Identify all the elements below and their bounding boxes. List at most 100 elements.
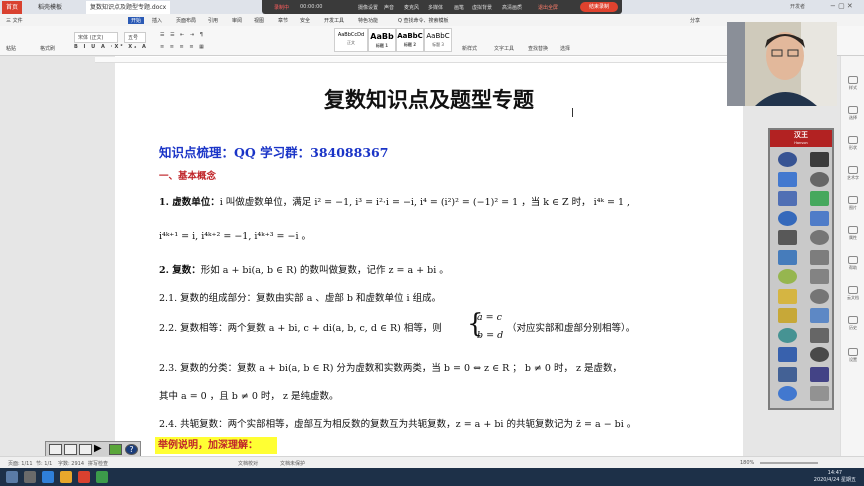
recorder-exit-fullscreen[interactable]: 退出全屏 xyxy=(538,4,558,11)
system-clock[interactable]: 14:47 2020/4/24 星期五 xyxy=(814,470,856,484)
hanvon-map-icon[interactable] xyxy=(778,386,797,401)
menu-share[interactable]: 分享 xyxy=(690,17,700,24)
recorder-icon[interactable] xyxy=(96,471,108,483)
wps-icon[interactable] xyxy=(78,471,90,483)
tab-templates[interactable]: 稻壳模板 xyxy=(34,1,66,14)
menu-file[interactable]: 三 文件 xyxy=(6,17,23,24)
toolbar-square-icon[interactable] xyxy=(49,444,62,455)
style-heading-3[interactable]: AaBbC 标题 3 xyxy=(424,28,452,52)
hanvon-printer-2-icon[interactable] xyxy=(810,288,829,304)
font-size-select[interactable]: 五号 xyxy=(124,32,146,43)
start-icon[interactable] xyxy=(6,471,18,483)
menu-section[interactable]: 章节 xyxy=(278,17,288,24)
menu-devtools[interactable]: 开发工具 xyxy=(324,17,344,24)
menu-insert[interactable]: 插入 xyxy=(152,17,162,24)
menu-security[interactable]: 安全 xyxy=(300,17,310,24)
sidebar-item-shape[interactable]: 形状 xyxy=(845,136,861,151)
browser-icon[interactable] xyxy=(42,471,54,483)
document-page[interactable]: 复数知识点及题型专题 知识点梳理：QQ 学习群：384088367 一、基本概念… xyxy=(115,56,743,456)
folder-icon[interactable] xyxy=(60,471,72,483)
menu-layout[interactable]: 页面布局 xyxy=(176,17,196,24)
find-replace-button[interactable]: 查找替换 xyxy=(528,45,548,52)
hanvon-copy-icon[interactable] xyxy=(810,308,829,323)
hanvon-question-icon[interactable] xyxy=(778,347,797,362)
hanvon-line-icon[interactable] xyxy=(778,230,797,245)
hanvon-paint-icon[interactable] xyxy=(778,171,797,187)
status-spell-check[interactable]: 拼写检查 xyxy=(88,460,108,467)
format-painter-button[interactable]: 格式刷 xyxy=(40,45,55,52)
user-name[interactable]: 开发者 xyxy=(790,3,805,10)
sidebar-item-settings[interactable]: 设置 xyxy=(845,348,861,363)
hanvon-chart-icon[interactable] xyxy=(778,327,797,343)
menu-start[interactable]: 开始 xyxy=(128,17,145,24)
hanvon-shape-icon[interactable] xyxy=(778,269,797,284)
zoom-slider[interactable] xyxy=(760,462,818,464)
hanvon-wrench-icon[interactable] xyxy=(778,366,797,382)
new-style-button[interactable]: 新样式 xyxy=(462,45,477,52)
hanvon-tablet-icon[interactable] xyxy=(810,249,829,265)
end-recording-button[interactable]: 结束录制 xyxy=(580,2,618,12)
toolbar-window-icon[interactable] xyxy=(79,444,92,455)
hanvon-eraser-icon[interactable] xyxy=(778,191,797,206)
hanvon-zoom-icon[interactable] xyxy=(810,191,829,206)
paragraph-buttons[interactable]: ☰ ☰ ⇤ ⇥ ¶ xyxy=(160,32,205,38)
toolbar-screen-icon[interactable] xyxy=(64,444,77,455)
hanvon-print-icon[interactable] xyxy=(810,269,829,284)
help-icon[interactable]: ? xyxy=(125,444,138,455)
hanvon-cursor-2-icon[interactable] xyxy=(810,347,829,362)
text-tools-button[interactable]: 文字工具 xyxy=(494,45,514,52)
format-buttons[interactable]: B I U A ·X² X₂ A xyxy=(74,44,148,50)
hanvon-pen-icon[interactable] xyxy=(778,152,797,167)
sidebar-item-wordart[interactable]: 艺术字 xyxy=(845,166,861,181)
menu-reference[interactable]: 引用 xyxy=(208,17,218,24)
toolbar-tools-icon[interactable] xyxy=(109,444,122,455)
hanvon-hand-icon[interactable] xyxy=(810,171,829,187)
tab-home[interactable]: 首页 xyxy=(2,1,23,14)
recorder-virtual-bg[interactable]: 虚拟背景 xyxy=(472,4,492,11)
menu-search[interactable]: Q 查找命令、搜索模板 xyxy=(398,17,449,24)
sidebar-item-picture[interactable]: 图片 xyxy=(845,196,861,211)
hanvon-screen-2-icon[interactable] xyxy=(810,230,829,245)
hanvon-cube-icon[interactable] xyxy=(778,288,797,304)
status-protection[interactable]: 文档未保护 xyxy=(280,460,305,467)
hanvon-disc-icon[interactable] xyxy=(810,386,829,401)
sidebar-item-help[interactable]: 帮助 xyxy=(845,256,861,271)
sidebar-item-history[interactable]: 历史 xyxy=(845,316,861,331)
sidebar-item-style[interactable]: 样式 xyxy=(845,76,861,91)
font-family-select[interactable]: 宋体 (正文) xyxy=(74,32,118,43)
window-controls[interactable]: − ▢ ✕ xyxy=(830,2,853,10)
hanvon-marker-icon[interactable] xyxy=(778,210,797,226)
paste-button[interactable]: 粘贴 xyxy=(6,45,16,52)
hanvon-tool-palette[interactable]: 汉王 Hanvon xyxy=(768,128,834,410)
align-buttons[interactable]: ≡ ≡ ≡ ≡ ▦ xyxy=(160,44,206,50)
status-word-count[interactable]: 字数: 2914 xyxy=(58,460,84,467)
search-icon[interactable] xyxy=(24,471,36,483)
hanvon-film-icon[interactable] xyxy=(810,366,829,382)
recorder-camera-setting[interactable]: 摄像设置 xyxy=(358,4,378,11)
status-page[interactable]: 页面: 1/11 xyxy=(8,460,33,467)
hanvon-highlighter-icon[interactable] xyxy=(778,308,797,323)
recorder-mic[interactable]: 麦克风 xyxy=(404,4,419,11)
style-heading-2[interactable]: AaBbC 标题 2 xyxy=(396,28,424,52)
sidebar-item-select[interactable]: 选择 xyxy=(845,106,861,121)
play-icon[interactable]: ▶ xyxy=(94,444,107,455)
tab-document[interactable]: 复数知识点及题型专题.docx xyxy=(86,1,171,14)
hanvon-compass-icon[interactable] xyxy=(778,249,797,265)
sidebar-item-cloud[interactable]: 云文档 xyxy=(845,286,861,301)
menu-features[interactable]: 特色功能 xyxy=(358,17,378,24)
hanvon-screen-icon[interactable] xyxy=(810,210,829,226)
status-section[interactable]: 节: 1/1 xyxy=(36,460,52,467)
recorder-pen[interactable]: 画笔 xyxy=(454,4,464,11)
select-button[interactable]: 选择 xyxy=(560,45,570,52)
status-proofread[interactable]: 文档校对 xyxy=(238,460,258,467)
recorder-hd[interactable]: 高清画质 xyxy=(502,4,522,11)
recorder-sound[interactable]: 声音 xyxy=(384,4,394,11)
zoom-level[interactable]: 180% xyxy=(740,460,754,466)
style-heading-1[interactable]: AaBb 标题 1 xyxy=(368,28,396,52)
style-normal[interactable]: AaBbCcDd 正文 xyxy=(334,28,368,52)
hanvon-tray-icon[interactable] xyxy=(810,327,829,343)
recorder-multimedia[interactable]: 多媒体 xyxy=(428,4,443,11)
hanvon-cursor-icon[interactable] xyxy=(810,152,829,167)
menu-review[interactable]: 审阅 xyxy=(232,17,242,24)
sidebar-item-property[interactable]: 属性 xyxy=(845,226,861,241)
